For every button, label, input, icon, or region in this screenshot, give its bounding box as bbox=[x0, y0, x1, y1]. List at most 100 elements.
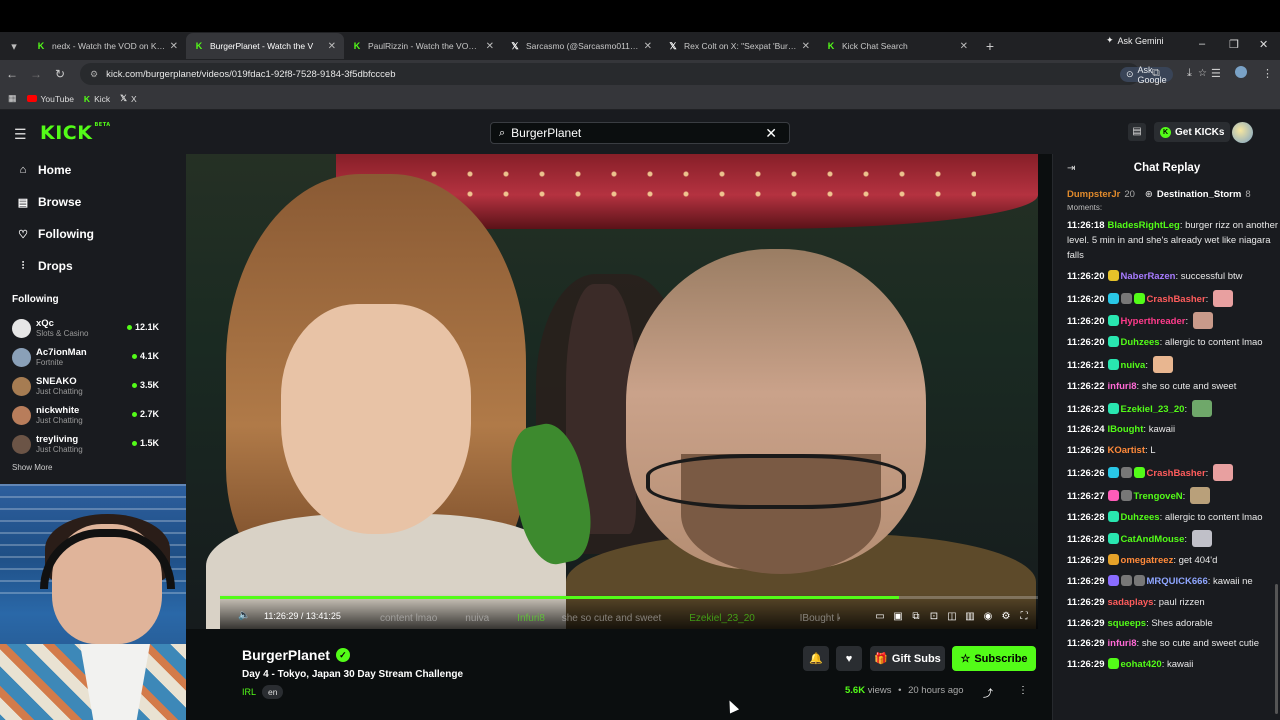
chat-username[interactable]: CrashBasher bbox=[1147, 468, 1206, 479]
clip-icon[interactable]: ⧉ bbox=[910, 611, 922, 622]
seek-bar[interactable] bbox=[220, 596, 1038, 599]
fullscreen-icon[interactable]: ⛶ bbox=[1018, 611, 1030, 622]
new-tab-button[interactable]: + bbox=[976, 38, 1004, 54]
star-icon: ☆ bbox=[960, 653, 971, 665]
user-badge-icon bbox=[1107, 554, 1119, 566]
follow-heart-button[interactable]: ♥ bbox=[836, 646, 862, 671]
notification-bell-button[interactable]: 🔔 bbox=[803, 646, 829, 671]
chat-username[interactable]: CrashBasher bbox=[1147, 294, 1206, 305]
more-options-icon[interactable]: ⋮ bbox=[1018, 685, 1028, 696]
chat-username[interactable]: Duhzees bbox=[1121, 337, 1160, 348]
video-player[interactable] bbox=[186, 154, 1038, 629]
share-icon[interactable]: ⤴ bbox=[983, 685, 993, 700]
pip-icon[interactable]: ⊡ bbox=[928, 611, 940, 622]
tab-search-icon[interactable]: ▾ bbox=[0, 40, 28, 53]
chat-username[interactable]: BladesRightLeg bbox=[1108, 220, 1180, 231]
chat-scrollbar[interactable] bbox=[1275, 584, 1278, 714]
close-tab-icon[interactable]: ✕ bbox=[486, 41, 494, 52]
minimize-icon[interactable]: – bbox=[1199, 38, 1205, 50]
close-tab-icon[interactable]: ✕ bbox=[802, 41, 810, 52]
browser-tab[interactable]: 𝕏 Sarcasmo (@Sarcasmo011011) ✕ bbox=[502, 33, 660, 59]
chat-username[interactable]: infuri8 bbox=[1108, 638, 1137, 649]
apps-grid-icon[interactable]: ▦ bbox=[8, 93, 17, 104]
close-window-icon[interactable]: ✕ bbox=[1259, 38, 1268, 51]
chat-username[interactable]: Ezekiel_23_20 bbox=[1121, 404, 1185, 415]
reading-list-icon[interactable]: ☰ bbox=[1211, 67, 1221, 80]
ask-gemini-button[interactable]: ✦ Ask Gemini bbox=[1106, 35, 1164, 46]
gift-subs-button[interactable]: 🎁 Gift Subs bbox=[870, 646, 945, 671]
following-item[interactable]: treyliving Just Chatting 1.5K bbox=[0, 430, 186, 459]
browser-tab[interactable]: K BurgerPlanet - Watch the V ✕ bbox=[186, 33, 344, 59]
category-link[interactable]: IRL bbox=[242, 687, 256, 697]
miniplayer-icon[interactable]: ◫ bbox=[946, 611, 958, 622]
browser-tab[interactable]: 𝕏 Rex Colt on X: "Sexpat 'BurgerP ✕ bbox=[660, 33, 818, 59]
search-input[interactable]: ⌕ BurgerPlanet ✕ bbox=[490, 122, 790, 144]
profile-avatar[interactable] bbox=[1235, 66, 1247, 78]
browser-tab[interactable]: K PaulRizzin - Watch the VOD on ✕ bbox=[344, 33, 502, 59]
chat-username[interactable]: MRQUICK666 bbox=[1147, 576, 1208, 587]
kick-logo[interactable]: KICK BETA bbox=[40, 122, 111, 144]
get-kicks-button[interactable]: K Get KICKs bbox=[1154, 122, 1231, 142]
extensions-icon[interactable]: ⧉ bbox=[1152, 67, 1160, 80]
chat-username[interactable]: TrengoveN bbox=[1134, 491, 1183, 502]
stats-icon[interactable]: ▥ bbox=[964, 611, 976, 622]
hamburger-menu-icon[interactable]: ☰ bbox=[14, 126, 27, 143]
captions-icon[interactable]: ▭ bbox=[874, 611, 886, 622]
forward-icon[interactable]: → bbox=[24, 67, 48, 81]
following-item[interactable]: nickwhite Just Chatting 2.7K bbox=[0, 401, 186, 430]
following-item[interactable]: Ac7ionMan Fortnite 4.1K bbox=[0, 343, 186, 372]
subscribe-button[interactable]: ☆ Subscribe bbox=[952, 646, 1036, 671]
top-black-strip bbox=[0, 0, 1280, 32]
browser-tab[interactable]: K Kick Chat Search ✕ bbox=[818, 33, 976, 59]
chat-username[interactable]: NaberRazen bbox=[1121, 271, 1176, 282]
sidebar-nav-following[interactable]: ♡ Following bbox=[0, 218, 186, 250]
layout-toggle-icon[interactable]: ▤ bbox=[1128, 123, 1146, 141]
settings-icon[interactable]: ⚙ bbox=[1000, 611, 1012, 622]
chat-username[interactable]: infuri8 bbox=[1108, 381, 1137, 392]
clear-search-icon[interactable]: ✕ bbox=[765, 125, 777, 142]
sidebar-nav-drops[interactable]: ⫶ Drops bbox=[0, 250, 186, 282]
emote-icon bbox=[1212, 463, 1233, 481]
bookmark-x[interactable]: 𝕏X bbox=[120, 93, 137, 104]
volume-icon[interactable]: 🔈 bbox=[238, 610, 250, 621]
bookmark-star-icon[interactable]: ☆ bbox=[1198, 68, 1207, 79]
woman-face bbox=[281, 304, 471, 534]
chat-username[interactable]: Hyperthreader bbox=[1121, 316, 1186, 327]
channel-name[interactable]: BurgerPlanet ✓ bbox=[242, 647, 350, 663]
following-item[interactable]: xQc Slots & Casino 12.1K bbox=[0, 314, 186, 343]
chat-username[interactable]: nuiva bbox=[1121, 360, 1146, 371]
chat-username[interactable]: CatAndMouse bbox=[1121, 534, 1185, 545]
close-tab-icon[interactable]: ✕ bbox=[644, 41, 652, 52]
chat-username[interactable]: KOartist bbox=[1108, 445, 1145, 456]
chat-username[interactable]: eohat420 bbox=[1121, 659, 1162, 670]
chat-username[interactable]: IBought bbox=[1108, 424, 1144, 435]
site-info-icon[interactable]: ⚙ bbox=[90, 69, 98, 80]
browser-menu-icon[interactable]: ⋮ bbox=[1262, 67, 1273, 80]
chat-username[interactable]: sadaplays bbox=[1108, 597, 1154, 608]
following-item[interactable]: SNEAKO Just Chatting 3.5K bbox=[0, 372, 186, 401]
ask-google-button[interactable]: ⊙ Ask Google bbox=[1120, 65, 1173, 85]
sidebar-nav-browse[interactable]: ▤ Browse bbox=[0, 186, 186, 218]
language-tag[interactable]: en bbox=[262, 685, 284, 699]
chat-username[interactable]: omegatreez bbox=[1121, 555, 1174, 566]
restore-icon[interactable]: ❐ bbox=[1229, 38, 1239, 51]
download-icon[interactable]: ⤓ bbox=[1187, 67, 1192, 80]
close-tab-icon[interactable]: ✕ bbox=[960, 41, 968, 52]
bookmark-youtube[interactable]: YouTube bbox=[26, 94, 74, 104]
back-icon[interactable]: ← bbox=[0, 67, 24, 81]
chat-message: 11:26:27 TrengoveN: bbox=[1067, 486, 1279, 504]
chat-username[interactable]: squeeps bbox=[1108, 618, 1147, 629]
close-tab-icon[interactable]: ✕ bbox=[170, 41, 178, 52]
show-more-link[interactable]: Show More bbox=[0, 463, 186, 472]
ticker-message: Ezekiel_23_20 bbox=[689, 613, 755, 624]
bookmark-kick[interactable]: K Kick bbox=[84, 94, 110, 104]
url-field[interactable]: ⚙ kick.com/burgerplanet/videos/019fdac1-… bbox=[80, 63, 1207, 85]
reload-icon[interactable]: ↻ bbox=[48, 67, 72, 81]
quality-icon[interactable]: ◉ bbox=[982, 611, 994, 622]
user-avatar[interactable] bbox=[1232, 122, 1253, 143]
sidebar-nav-home[interactable]: ⌂ Home bbox=[0, 154, 186, 186]
chat-username[interactable]: Duhzees bbox=[1121, 512, 1160, 523]
close-tab-icon[interactable]: ✕ bbox=[328, 41, 336, 52]
browser-tab[interactable]: Knedx - Watch the VOD on Kick ✕ bbox=[28, 33, 186, 59]
theater-icon[interactable]: ▣ bbox=[892, 611, 904, 622]
